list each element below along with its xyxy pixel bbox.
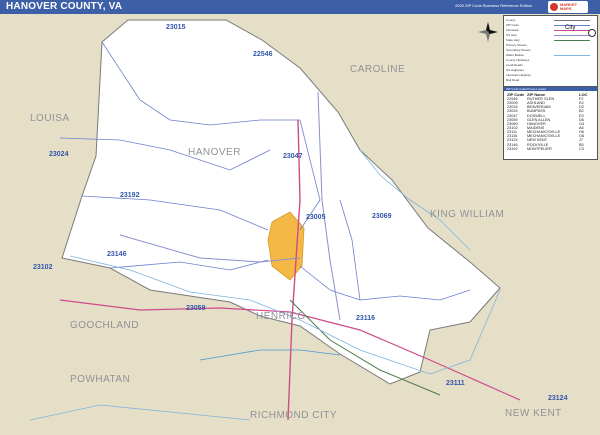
zip-label[interactable]: 23024 <box>49 151 69 158</box>
brand-line2: MAPS <box>560 6 572 11</box>
zip-label[interactable]: 23146 <box>107 251 127 258</box>
zip-label[interactable]: 23116 <box>356 315 375 322</box>
county-label-king-william: KING WILLIAM <box>430 209 504 220</box>
legend-item: State Hwy <box>506 38 520 42</box>
brand-mark-icon <box>550 3 558 11</box>
zip-loc-cell: C3 <box>579 146 584 151</box>
county-label-richmond-city: RICHMOND CITY <box>250 410 337 421</box>
county-label-caroline: CAROLINE <box>350 64 405 75</box>
legend-item: Primary Streets <box>506 43 527 47</box>
brand-logo: MARKET MAPS <box>548 1 588 13</box>
zip-code-cell: 23192 <box>507 146 518 151</box>
zip-name-cell: MONTPELIER <box>527 146 552 151</box>
map-frame: HANOVER COUNTY, VA 2020 ZIP Code Busines… <box>0 0 600 435</box>
zip-label[interactable]: 23059 <box>186 305 206 312</box>
legend-item: Secondary Streets <box>506 48 531 52</box>
zip-label[interactable]: 23015 <box>166 24 186 31</box>
legend-swatch <box>554 35 590 36</box>
legend-swatch <box>554 55 590 56</box>
legend-item: US Highways <box>506 68 525 72</box>
legend-swatch <box>554 40 590 41</box>
zip-label[interactable]: 22546 <box>253 51 273 58</box>
table-row[interactable]: 23192 MONTPELIER C3 <box>507 147 595 151</box>
legend-item: Interstate <box>506 28 519 32</box>
county-label-henrico: HENRICO <box>256 311 306 322</box>
legend-item: County <box>506 18 516 22</box>
zip-label[interactable]: 23005 <box>306 214 326 221</box>
zip-label[interactable]: 23102 <box>33 264 53 271</box>
county-label-hanover: HANOVER <box>188 147 241 158</box>
county-label-goochland: GOOCHLAND <box>70 320 139 331</box>
zip-label[interactable]: 23111 <box>446 380 465 387</box>
map-title: HANOVER COUNTY, VA <box>6 1 123 12</box>
legend-item: Interstate Highway <box>506 73 531 77</box>
county-label-powhatan: POWHATAN <box>70 374 130 385</box>
legend-item: Rail Road <box>506 78 520 82</box>
city-marker-icon <box>588 29 596 37</box>
edition-label: 2020 ZIP Code Business Reference Edition <box>455 3 533 8</box>
zip-label[interactable]: 23124 <box>548 395 568 402</box>
county-label-new-kent: NEW KENT <box>505 408 562 419</box>
zip-label[interactable]: 23192 <box>120 192 140 199</box>
legend-item: US Hwy <box>506 33 517 37</box>
legend-swatch <box>554 20 590 21</box>
legend-item: County Highways <box>506 58 530 62</box>
zip-index-table: ZIP Code Index/Cross Locator ZIP Code ZI… <box>503 86 598 160</box>
city-legend-label: City <box>565 25 576 31</box>
zip-label[interactable]: 23047 <box>283 153 303 160</box>
zip-label[interactable]: 23069 <box>372 213 392 220</box>
compass-rose-icon <box>478 22 498 42</box>
zip-table-header: ZIP Code Index/Cross Locator <box>504 87 597 91</box>
legend-item: ZIP Code <box>506 23 519 27</box>
legend-item: Water Bodies <box>506 53 524 57</box>
zip-table-body: 22546 RUTHER GLEN F2 23005 ASHLAND E4 23015 B… <box>507 97 595 151</box>
brand-text: MARKET MAPS <box>560 3 577 11</box>
legend-item: Local Roads <box>506 63 523 67</box>
county-label-louisa: LOUISA <box>30 113 70 124</box>
map-legend: County ZIP Code Interstate US Hwy State … <box>503 15 598 87</box>
title-bar: HANOVER COUNTY, VA 2020 ZIP Code Busines… <box>0 0 600 14</box>
zip-table-title: ZIP Code Index/Cross Locator <box>506 87 547 91</box>
